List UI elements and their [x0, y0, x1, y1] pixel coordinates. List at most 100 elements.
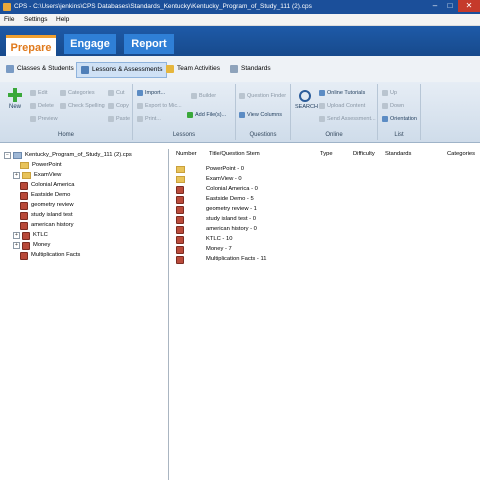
col-type[interactable]: Type	[320, 151, 333, 157]
book-icon	[20, 181, 28, 190]
search-icon	[299, 90, 311, 102]
add-files-button[interactable]: Add File(s)...	[187, 112, 226, 118]
tree-item[interactable]: geometry review	[20, 201, 74, 210]
tab-report[interactable]: Report	[124, 34, 174, 54]
columns-icon	[239, 112, 245, 118]
table-row[interactable]: geometry review - 1	[176, 205, 257, 214]
book-icon	[20, 191, 28, 200]
table-row[interactable]: PowerPoint - 0	[176, 165, 244, 174]
tab-engage[interactable]: Engage	[64, 34, 116, 54]
menu-bar: File Settings Help	[0, 14, 480, 26]
print-icon	[137, 116, 143, 122]
table-row[interactable]: Money - 7	[176, 245, 232, 254]
builder-icon	[191, 93, 197, 99]
down-button[interactable]: Down	[382, 103, 404, 109]
table-row[interactable]: american history - 0	[176, 225, 257, 234]
edit-button[interactable]: Edit	[30, 90, 47, 96]
orientation-icon	[382, 116, 388, 122]
print-button[interactable]: Print...	[137, 116, 161, 122]
folder-icon	[176, 176, 185, 183]
up-button[interactable]: Up	[382, 90, 397, 96]
tree-item[interactable]: american history	[20, 221, 74, 230]
question-finder-button[interactable]: Question Finder	[239, 93, 286, 99]
table-row[interactable]: study island test - 0	[176, 215, 256, 224]
import-button[interactable]: Import...	[137, 90, 165, 96]
menu-help[interactable]: Help	[56, 16, 69, 23]
subtab-lessons-assessments[interactable]: Lessons & Assessments	[76, 62, 168, 78]
close-button[interactable]: ✕	[458, 0, 480, 12]
standards-icon	[230, 65, 238, 73]
export-icon	[137, 103, 143, 109]
tree-item[interactable]: + KTLC	[13, 231, 48, 240]
window-title: CPS - C:\Users\jenkins\CPS Databases\Sta…	[14, 3, 312, 10]
plus-icon	[8, 88, 22, 102]
book-icon	[176, 235, 184, 244]
book-icon	[176, 205, 184, 214]
arrow-down-icon	[382, 103, 388, 109]
builder-button[interactable]: Builder	[191, 93, 216, 99]
book-icon	[176, 245, 184, 254]
home-group-label: Home	[57, 132, 74, 138]
subtab-team-activities[interactable]: Team Activities	[166, 62, 220, 76]
lessons-group-label: Lessons	[172, 132, 196, 138]
online-tutorials-button[interactable]: Online Tutorials	[319, 90, 365, 96]
table-row[interactable]: Multiplication Facts - 11	[176, 255, 266, 264]
expand-icon[interactable]: +	[13, 172, 20, 179]
subtab-classes-students[interactable]: Classes & Students	[6, 62, 74, 76]
tree-item[interactable]: + Money	[13, 241, 50, 250]
tree-item[interactable]: + ExamView	[13, 171, 61, 180]
preview-button[interactable]: Preview	[30, 116, 58, 122]
col-categories[interactable]: Categories	[447, 151, 475, 157]
subtab-standards[interactable]: Standards	[230, 62, 271, 76]
tree-item[interactable]: Eastside Demo	[20, 191, 70, 200]
table-row[interactable]: KTLC - 10	[176, 235, 232, 244]
col-difficulty[interactable]: Difficulty	[353, 151, 375, 157]
search-button[interactable]: SEARCH	[295, 90, 318, 110]
paste-button[interactable]: Paste	[108, 116, 130, 122]
table-row[interactable]: Colonial America - 0	[176, 185, 258, 194]
new-button[interactable]: New	[6, 88, 24, 110]
spelling-icon	[60, 103, 66, 109]
questions-group-label: Questions	[249, 132, 277, 138]
expand-icon[interactable]: +	[13, 232, 20, 239]
send-assessment-button[interactable]: Send Assessment...	[319, 116, 376, 122]
subtab-label: Team Activities	[177, 65, 220, 72]
categories-button[interactable]: Categories	[60, 90, 95, 96]
table-row[interactable]: ExamView - 0	[176, 175, 242, 184]
tree-item[interactable]: Colonial America	[20, 181, 75, 190]
maximize-button[interactable]: □	[443, 0, 457, 12]
lessons-icon	[81, 66, 89, 74]
menu-file[interactable]: File	[4, 16, 14, 23]
export-button[interactable]: Export to Mic...	[137, 103, 182, 109]
table-row[interactable]: Eastside Demo - 5	[176, 195, 254, 204]
minimize-button[interactable]: –	[428, 0, 442, 12]
arrow-up-icon	[382, 90, 388, 96]
expand-icon[interactable]: +	[13, 242, 20, 249]
view-columns-button[interactable]: View Columns	[239, 112, 282, 118]
folder-icon	[22, 172, 31, 179]
copy-button[interactable]: Copy	[108, 103, 129, 109]
delete-button[interactable]: Delete	[30, 103, 54, 109]
folder-icon	[20, 162, 29, 169]
menu-settings[interactable]: Settings	[24, 16, 48, 23]
tab-prepare[interactable]: Prepare	[6, 35, 56, 56]
import-icon	[137, 90, 143, 96]
upload-content-button[interactable]: Upload Content	[319, 103, 365, 109]
tree-item[interactable]: study island test	[20, 211, 73, 220]
check-spelling-button[interactable]: Check Spelling	[60, 103, 105, 109]
lesson-tree: − Kentucky_Program_of_Study_111 (2).cps …	[0, 149, 169, 480]
col-title[interactable]: Title/Question Stem	[209, 151, 260, 157]
categories-icon	[60, 90, 66, 96]
tree-root[interactable]: − Kentucky_Program_of_Study_111 (2).cps	[4, 151, 132, 160]
tree-item[interactable]: Multiplication Facts	[20, 251, 80, 260]
orientation-button[interactable]: Orientation	[382, 116, 417, 122]
star-icon	[166, 65, 174, 73]
add-icon	[187, 112, 193, 118]
col-standards[interactable]: Standards	[385, 151, 411, 157]
col-number[interactable]: Number	[176, 151, 197, 157]
people-icon	[6, 65, 14, 73]
send-icon	[319, 116, 325, 122]
tree-item[interactable]: PowerPoint	[20, 161, 62, 170]
cut-button[interactable]: Cut	[108, 90, 125, 96]
collapse-icon[interactable]: −	[4, 152, 11, 159]
